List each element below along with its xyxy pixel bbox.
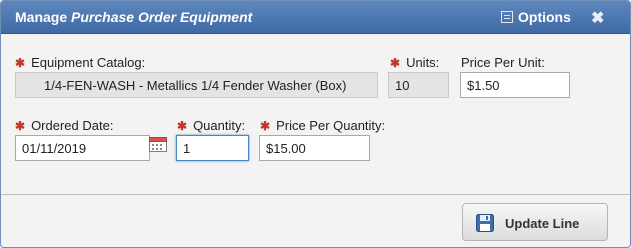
manage-po-equipment-dialog: Manage Purchase Order Equipment Options …: [0, 0, 631, 248]
price-per-unit-label: Price Per Unit:: [461, 55, 545, 70]
required-icon: ✱: [177, 119, 188, 133]
required-icon: ✱: [15, 56, 26, 70]
units-field: 10: [388, 72, 449, 98]
required-icon: ✱: [260, 119, 271, 133]
floppy-disk-icon: [476, 214, 494, 232]
footer-divider: [1, 194, 630, 195]
equipment-catalog-label: ✱ Equipment Catalog:: [15, 55, 146, 70]
close-icon[interactable]: ✖: [591, 8, 604, 28]
dialog-title-subject: Purchase Order Equipment: [71, 9, 253, 25]
update-line-label: Update Line: [505, 216, 580, 231]
equipment-catalog-field: 1/4-FEN-WASH - Metallics 1/4 Fender Wash…: [15, 72, 378, 98]
price-per-quantity-label: ✱ Price Per Quantity:: [260, 118, 386, 133]
ordered-date-label: ✱ Ordered Date:: [15, 118, 114, 133]
dialog-titlebar: Manage Purchase Order Equipment Options …: [1, 1, 630, 34]
options-menu-button[interactable]: Options: [501, 9, 571, 25]
calendar-icon[interactable]: [149, 136, 167, 152]
ordered-date-input[interactable]: [15, 135, 150, 161]
dialog-title: Manage Purchase Order Equipment: [15, 9, 252, 25]
units-label: ✱ Units:: [390, 55, 440, 70]
required-icon: ✱: [15, 119, 26, 133]
options-label: Options: [518, 9, 571, 25]
quantity-input[interactable]: [176, 135, 249, 161]
price-per-unit-input[interactable]: [460, 72, 570, 98]
required-icon: ✱: [390, 56, 401, 70]
quantity-label: ✱ Quantity:: [177, 118, 246, 133]
price-per-quantity-input[interactable]: [259, 135, 370, 161]
list-icon: [501, 11, 513, 23]
dialog-title-prefix: Manage: [15, 9, 68, 25]
update-line-button[interactable]: Update Line: [462, 203, 608, 241]
